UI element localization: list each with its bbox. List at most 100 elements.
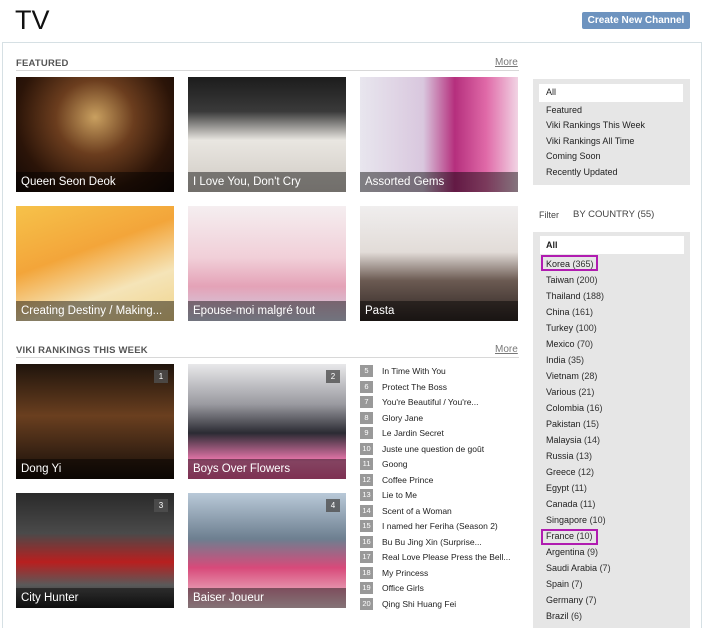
sort-item-featured[interactable]: Featured — [546, 105, 582, 115]
country-name: Greece — [546, 467, 576, 477]
page-title: TV — [15, 5, 50, 35]
country-item[interactable]: Vietnam (28) — [546, 371, 597, 381]
ranking-item[interactable]: 4 Baiser Joueur — [188, 493, 346, 608]
list-item[interactable]: 12 Coffee Prince — [360, 473, 522, 489]
country-name: Canada — [546, 499, 578, 509]
featured-item[interactable]: Queen Seon Deok — [16, 77, 174, 192]
country-item[interactable]: All — [546, 240, 558, 250]
list-item[interactable]: 5 In Time With You — [360, 364, 522, 380]
sort-item-rankings-all-time[interactable]: Viki Rankings All Time — [546, 136, 634, 146]
list-item-title[interactable]: I named her Feriha (Season 2) — [382, 519, 498, 533]
list-item[interactable]: 17 Real Love Please Press the Bell... — [360, 550, 522, 566]
list-item-title[interactable]: Goong — [382, 457, 408, 471]
country-item[interactable]: Turkey (100) — [546, 323, 597, 333]
thumbnail-title: Baiser Joueur — [188, 588, 346, 608]
featured-more-link[interactable]: More — [495, 57, 518, 68]
country-item[interactable]: Colombia (16) — [546, 403, 603, 413]
country-item[interactable]: Canada (11) — [546, 499, 595, 509]
country-name: All — [546, 240, 558, 250]
rank-badge: 1 — [154, 370, 168, 383]
list-item[interactable]: 10 Juste une question de goût — [360, 442, 522, 458]
list-item-title[interactable]: Real Love Please Press the Bell... — [382, 550, 511, 564]
country-item[interactable]: India (35) — [546, 355, 584, 365]
list-item-title[interactable]: My Princess — [382, 566, 428, 580]
country-item[interactable]: Argentina (9) — [546, 547, 598, 557]
list-item-title[interactable]: Office Girls — [382, 581, 424, 595]
country-item[interactable]: Germany (7) — [546, 595, 597, 605]
list-item-title[interactable]: You're Beautiful / You're... — [382, 395, 479, 409]
sort-item-all[interactable]: All — [546, 87, 556, 97]
rank-badge: 3 — [154, 499, 168, 512]
list-item[interactable]: 7 You're Beautiful / You're... — [360, 395, 522, 411]
rank-number: 7 — [360, 396, 373, 408]
country-item[interactable]: Pakistan (15) — [546, 419, 599, 429]
country-item[interactable]: China (161) — [546, 307, 593, 317]
list-item-title[interactable]: Lie to Me — [382, 488, 417, 502]
list-item[interactable]: 14 Scent of a Woman — [360, 504, 522, 520]
list-item-title[interactable]: Qing Shi Huang Fei — [382, 597, 456, 611]
country-count: (35) — [568, 355, 585, 365]
rankings-more-link[interactable]: More — [495, 344, 518, 355]
sort-item-recently-updated[interactable]: Recently Updated — [546, 167, 618, 177]
filter-country-dropdown[interactable]: BY COUNTRY (55) — [573, 209, 654, 220]
country-count: (161) — [572, 307, 594, 317]
list-item[interactable]: 8 Glory Jane — [360, 411, 522, 427]
rank-number: 19 — [360, 582, 373, 594]
list-item-title[interactable]: Glory Jane — [382, 411, 423, 425]
list-item[interactable]: 13 Lie to Me — [360, 488, 522, 504]
list-item[interactable]: 11 Goong — [360, 457, 522, 473]
list-item-title[interactable]: Le Jardin Secret — [382, 426, 444, 440]
thumbnail-title: Boys Over Flowers — [188, 459, 346, 479]
sort-item-coming-soon[interactable]: Coming Soon — [546, 151, 601, 161]
list-item[interactable]: 15 I named her Feriha (Season 2) — [360, 519, 522, 535]
featured-item[interactable]: I Love You, Don't Cry — [188, 77, 346, 192]
list-item[interactable]: 6 Protect The Boss — [360, 380, 522, 396]
list-item-title[interactable]: Juste une question de goût — [382, 442, 484, 456]
rank-number: 8 — [360, 411, 373, 424]
country-item[interactable]: Malaysia (14) — [546, 435, 600, 445]
ranking-item[interactable]: 2 Boys Over Flowers — [188, 364, 346, 479]
country-item[interactable]: Taiwan (200) — [546, 275, 598, 285]
country-count: (70) — [577, 339, 594, 349]
create-new-channel-button[interactable]: Create New Channel — [582, 12, 690, 29]
ranking-list: 5 In Time With You 6 Protect The Boss 7 You… — [360, 364, 522, 612]
country-item[interactable]: Singapore (10) — [546, 515, 606, 525]
country-item[interactable]: Mexico (70) — [546, 339, 593, 349]
country-item[interactable]: Various (21) — [546, 387, 594, 397]
featured-item[interactable]: Creating Destiny / Making... — [16, 206, 174, 321]
featured-heading: FEATURED — [16, 58, 69, 69]
featured-item[interactable]: Assorted Gems — [360, 77, 518, 192]
country-name: Spain — [546, 579, 570, 589]
highlight-box — [541, 255, 598, 271]
sort-item-rankings-week[interactable]: Viki Rankings This Week — [546, 120, 645, 130]
country-item[interactable]: Russia (13) — [546, 451, 592, 461]
list-item-title[interactable]: Coffee Prince — [382, 473, 433, 487]
country-item[interactable]: Egypt (11) — [546, 483, 587, 493]
list-item[interactable]: 18 My Princess — [360, 566, 522, 582]
rank-number: 14 — [360, 504, 373, 517]
list-item-title[interactable]: Scent of a Woman — [382, 504, 452, 518]
thumbnail-title: Dong Yi — [16, 459, 174, 479]
ranking-item[interactable]: 3 City Hunter — [16, 493, 174, 608]
list-item[interactable]: 9 Le Jardin Secret — [360, 426, 522, 442]
rank-number: 11 — [360, 458, 373, 470]
list-item[interactable]: 19 Office Girls — [360, 581, 522, 597]
country-item[interactable]: Saudi Arabia (7) — [546, 563, 611, 573]
featured-item[interactable]: Pasta — [360, 206, 518, 321]
featured-item[interactable]: Epouse-moi malgré tout — [188, 206, 346, 321]
list-item[interactable]: 16 Bu Bu Jing Xin (Surprise... — [360, 535, 522, 551]
divider — [16, 357, 519, 358]
list-item-title[interactable]: Bu Bu Jing Xin (Surprise... — [382, 535, 482, 549]
list-item-title[interactable]: In Time With You — [382, 364, 446, 378]
country-count: (11) — [580, 499, 596, 509]
country-count: (7) — [585, 595, 597, 605]
list-item[interactable]: 20 Qing Shi Huang Fei — [360, 597, 522, 613]
ranking-item[interactable]: 1 Dong Yi — [16, 364, 174, 479]
list-item-title[interactable]: Protect The Boss — [382, 380, 447, 394]
country-item[interactable]: Brazil (6) — [546, 611, 582, 621]
country-item[interactable]: Thailand (188) — [546, 291, 604, 301]
country-count: (10) — [589, 515, 606, 525]
country-count: (7) — [571, 579, 583, 589]
country-item[interactable]: Greece (12) — [546, 467, 594, 477]
country-item[interactable]: Spain (7) — [546, 579, 583, 589]
